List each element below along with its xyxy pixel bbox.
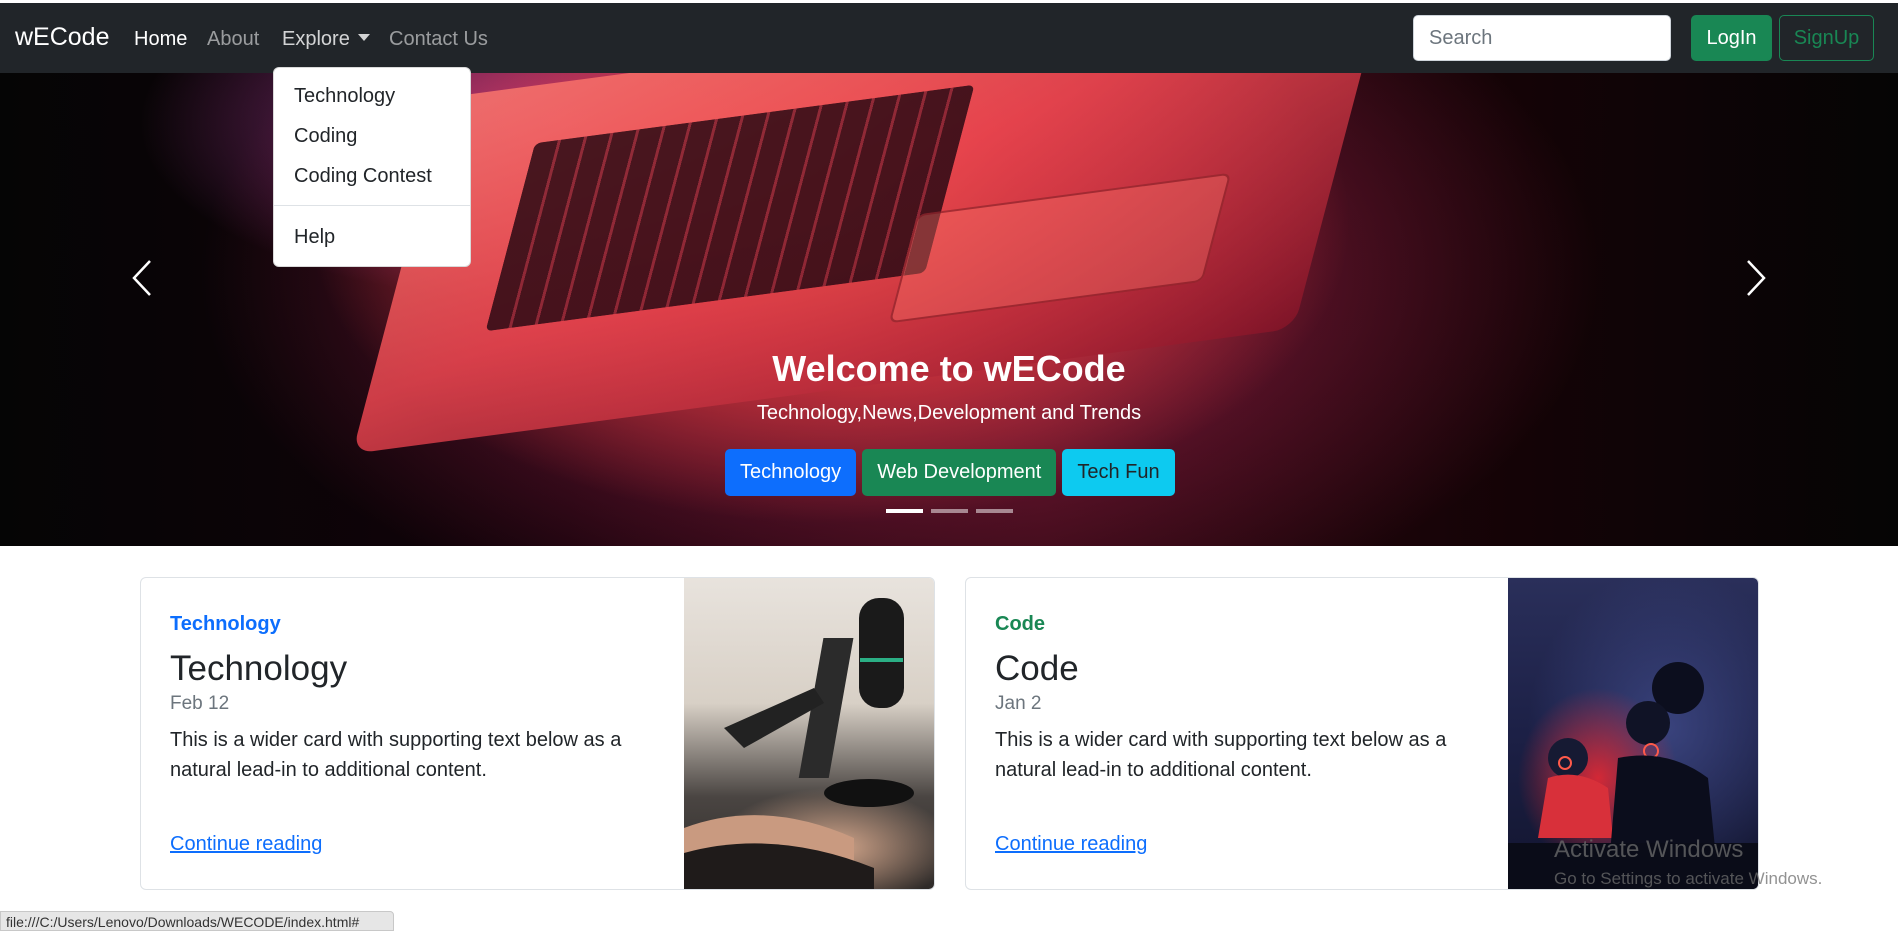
card-tag: Code bbox=[995, 613, 1045, 635]
search-input[interactable] bbox=[1413, 15, 1671, 61]
hero-tech-fun-button[interactable]: Tech Fun bbox=[1062, 449, 1175, 496]
navbar: wECode Home About Explore Contact Us Log… bbox=[0, 3, 1898, 73]
watermark-subtitle: Go to Settings to activate Windows. bbox=[1554, 869, 1823, 888]
dropdown-item-technology[interactable]: Technology bbox=[274, 76, 470, 116]
card-title: Technology bbox=[170, 649, 348, 688]
nav-explore[interactable]: Explore bbox=[282, 28, 370, 51]
login-button[interactable]: LogIn bbox=[1691, 15, 1772, 61]
continue-reading-link[interactable]: Continue reading bbox=[995, 833, 1147, 856]
carousel-caption: Welcome to wECode Technology,News,Develo… bbox=[0, 347, 1898, 425]
card-title: Code bbox=[995, 649, 1079, 688]
card-date: Jan 2 bbox=[995, 693, 1042, 714]
carousel-indicator-1[interactable] bbox=[886, 509, 923, 513]
card-body: Technology Technology Feb 12 This is a w… bbox=[170, 613, 670, 785]
carousel-next-button[interactable] bbox=[1736, 248, 1776, 308]
chevron-left-icon bbox=[132, 260, 151, 296]
dropdown-item-coding[interactable]: Coding bbox=[274, 116, 470, 156]
card-tag: Technology bbox=[170, 613, 281, 635]
nav-contact[interactable]: Contact Us bbox=[389, 28, 488, 51]
nav-about[interactable]: About bbox=[207, 28, 259, 51]
hero-title: Welcome to wECode bbox=[772, 348, 1126, 389]
card-image-technology bbox=[684, 578, 934, 889]
chevron-right-icon bbox=[1747, 260, 1766, 296]
hero-buttons: Technology Web Development Tech Fun bbox=[725, 449, 1175, 496]
explore-dropdown-menu: Technology Coding Coding Contest Help bbox=[273, 67, 471, 267]
brand-logo[interactable]: wECode bbox=[15, 23, 110, 52]
card-body: Code Code Jan 2 This is a wider card wit… bbox=[995, 613, 1495, 785]
card-text: This is a wider card with supporting tex… bbox=[170, 729, 622, 781]
carousel-prev-button[interactable] bbox=[122, 248, 162, 308]
carousel-indicators bbox=[886, 509, 1013, 513]
status-bar-url: file:///C:/Users/Lenovo/Downloads/WECODE… bbox=[0, 911, 394, 931]
carousel-indicator-3[interactable] bbox=[976, 509, 1013, 513]
hero-subtitle: Technology,News,Development and Trends bbox=[756, 402, 1142, 424]
watermark-title: Activate Windows bbox=[1554, 836, 1744, 863]
activate-windows-watermark: Activate Windows Go to Settings to activ… bbox=[1554, 836, 1822, 889]
signup-button[interactable]: SignUp bbox=[1779, 15, 1874, 61]
hero-web-development-button[interactable]: Web Development bbox=[862, 449, 1057, 496]
dropdown-divider bbox=[274, 205, 470, 206]
carousel-indicator-2[interactable] bbox=[931, 509, 968, 513]
caret-down-icon bbox=[357, 34, 370, 41]
card-text: This is a wider card with supporting tex… bbox=[995, 729, 1447, 781]
nav-explore-label: Explore bbox=[282, 28, 350, 50]
card-date: Feb 12 bbox=[170, 693, 230, 714]
continue-reading-link[interactable]: Continue reading bbox=[170, 833, 322, 856]
hero-technology-button[interactable]: Technology bbox=[725, 449, 857, 496]
dropdown-item-coding-contest[interactable]: Coding Contest bbox=[274, 156, 470, 196]
nav-home[interactable]: Home bbox=[134, 28, 187, 51]
dropdown-item-help[interactable]: Help bbox=[274, 217, 470, 257]
microphone-photo bbox=[684, 598, 914, 889]
card-technology: Technology Technology Feb 12 This is a w… bbox=[140, 577, 935, 890]
